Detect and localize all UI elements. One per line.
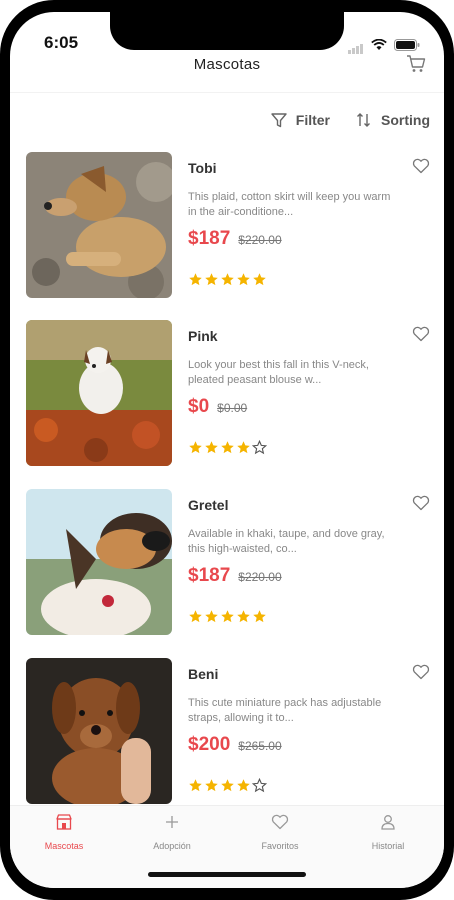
star-filled-icon (189, 779, 202, 792)
wifi-icon (371, 39, 387, 50)
tab-mascotas[interactable]: Mascotas (10, 814, 118, 851)
product-price: $0 (188, 396, 210, 417)
star-filled-icon (221, 610, 234, 623)
product-description: Look your best this fall in this V-neck,… (188, 359, 369, 386)
star-filled-icon (221, 779, 234, 792)
funnel-icon (271, 112, 287, 127)
product-name: Beni (188, 666, 219, 682)
header-divider (10, 92, 444, 93)
star-empty-icon (252, 778, 267, 793)
signal-icon (348, 36, 364, 54)
product-image[interactable] (26, 489, 172, 635)
star-filled-icon (205, 779, 218, 792)
phone-frame: 6:05 Mascotas Filter Sorting Tobi This p… (0, 0, 454, 900)
battery-icon (394, 39, 420, 51)
product-old-price: $220.00 (238, 233, 282, 247)
heart-icon[interactable] (412, 664, 430, 680)
product-name: Pink (188, 328, 218, 344)
product-card[interactable]: Tobi This plaid, cotton skirt will keep … (26, 152, 430, 298)
star-filled-icon (189, 273, 202, 286)
star-filled-icon (205, 273, 218, 286)
page-title: Mascotas (193, 56, 261, 73)
sorting-button[interactable]: Sorting (356, 112, 430, 128)
product-image[interactable] (26, 320, 172, 466)
status-icons (348, 36, 420, 54)
product-old-price: $0.00 (217, 401, 248, 415)
heart-icon (271, 814, 289, 830)
filter-sort-toolbar: Filter Sorting (271, 112, 430, 128)
product-description: This plaid, cotton skirt will keep you w… (188, 191, 391, 218)
product-card[interactable]: Pink Look your best this fall in this V-… (26, 320, 430, 466)
star-filled-icon (205, 610, 218, 623)
product-image[interactable] (26, 152, 172, 298)
price-row: $187 $220.00 (188, 228, 282, 250)
user-icon (381, 815, 395, 830)
pet-store-icon (56, 814, 72, 830)
product-card[interactable]: Beni This cute miniature pack has adjust… (26, 658, 430, 804)
product-old-price: $265.00 (238, 739, 282, 753)
product-name: Tobi (188, 160, 217, 176)
filter-label: Filter (295, 112, 330, 128)
price-row: $187 $220.00 (188, 565, 282, 587)
device-notch (110, 12, 344, 50)
tab-label: Historial (371, 841, 405, 851)
rating-stars (188, 609, 267, 624)
product-description: This cute miniature pack has adjustable … (188, 697, 382, 724)
heart-icon[interactable] (412, 326, 430, 342)
tab-adopcion[interactable]: Adopción (118, 814, 226, 851)
sorting-label: Sorting (381, 112, 430, 128)
tab-label: Adopción (153, 841, 191, 851)
rating-stars (188, 272, 267, 287)
tab-label: Mascotas (44, 841, 84, 851)
price-row: $0 $0.00 (188, 396, 247, 418)
rating-stars (188, 778, 267, 793)
star-filled-icon (237, 610, 250, 623)
price-row: $200 $265.00 (188, 734, 282, 756)
heart-icon[interactable] (412, 158, 430, 174)
star-filled-icon (253, 610, 266, 623)
product-price: $200 (188, 734, 231, 755)
star-filled-icon (253, 273, 266, 286)
filter-button[interactable]: Filter (271, 112, 330, 128)
product-old-price: $220.00 (238, 570, 282, 584)
tab-label: Favoritos (261, 841, 299, 851)
plus-icon (166, 816, 178, 828)
home-indicator[interactable] (148, 872, 306, 877)
app-screen: 6:05 Mascotas Filter Sorting Tobi This p… (10, 12, 444, 888)
star-filled-icon (189, 441, 202, 454)
star-empty-icon (252, 440, 267, 455)
product-image[interactable] (26, 658, 172, 804)
product-price: $187 (188, 565, 231, 586)
star-filled-icon (237, 273, 250, 286)
heart-icon[interactable] (412, 495, 430, 511)
star-filled-icon (205, 441, 218, 454)
sort-icon (357, 113, 370, 127)
cart-icon[interactable] (406, 55, 426, 73)
product-description: Available in khaki, taupe, and dove gray… (188, 528, 385, 555)
star-filled-icon (189, 610, 202, 623)
rating-stars (188, 440, 267, 455)
star-filled-icon (237, 441, 250, 454)
status-time: 6:05 (44, 33, 79, 52)
star-filled-icon (221, 441, 234, 454)
product-price: $187 (188, 228, 231, 249)
product-card[interactable]: Gretel Available in khaki, taupe, and do… (26, 489, 430, 635)
tab-historial[interactable]: Historial (334, 814, 442, 851)
star-filled-icon (237, 779, 250, 792)
star-filled-icon (221, 273, 234, 286)
product-name: Gretel (188, 497, 229, 513)
tab-favoritos[interactable]: Favoritos (226, 814, 334, 851)
